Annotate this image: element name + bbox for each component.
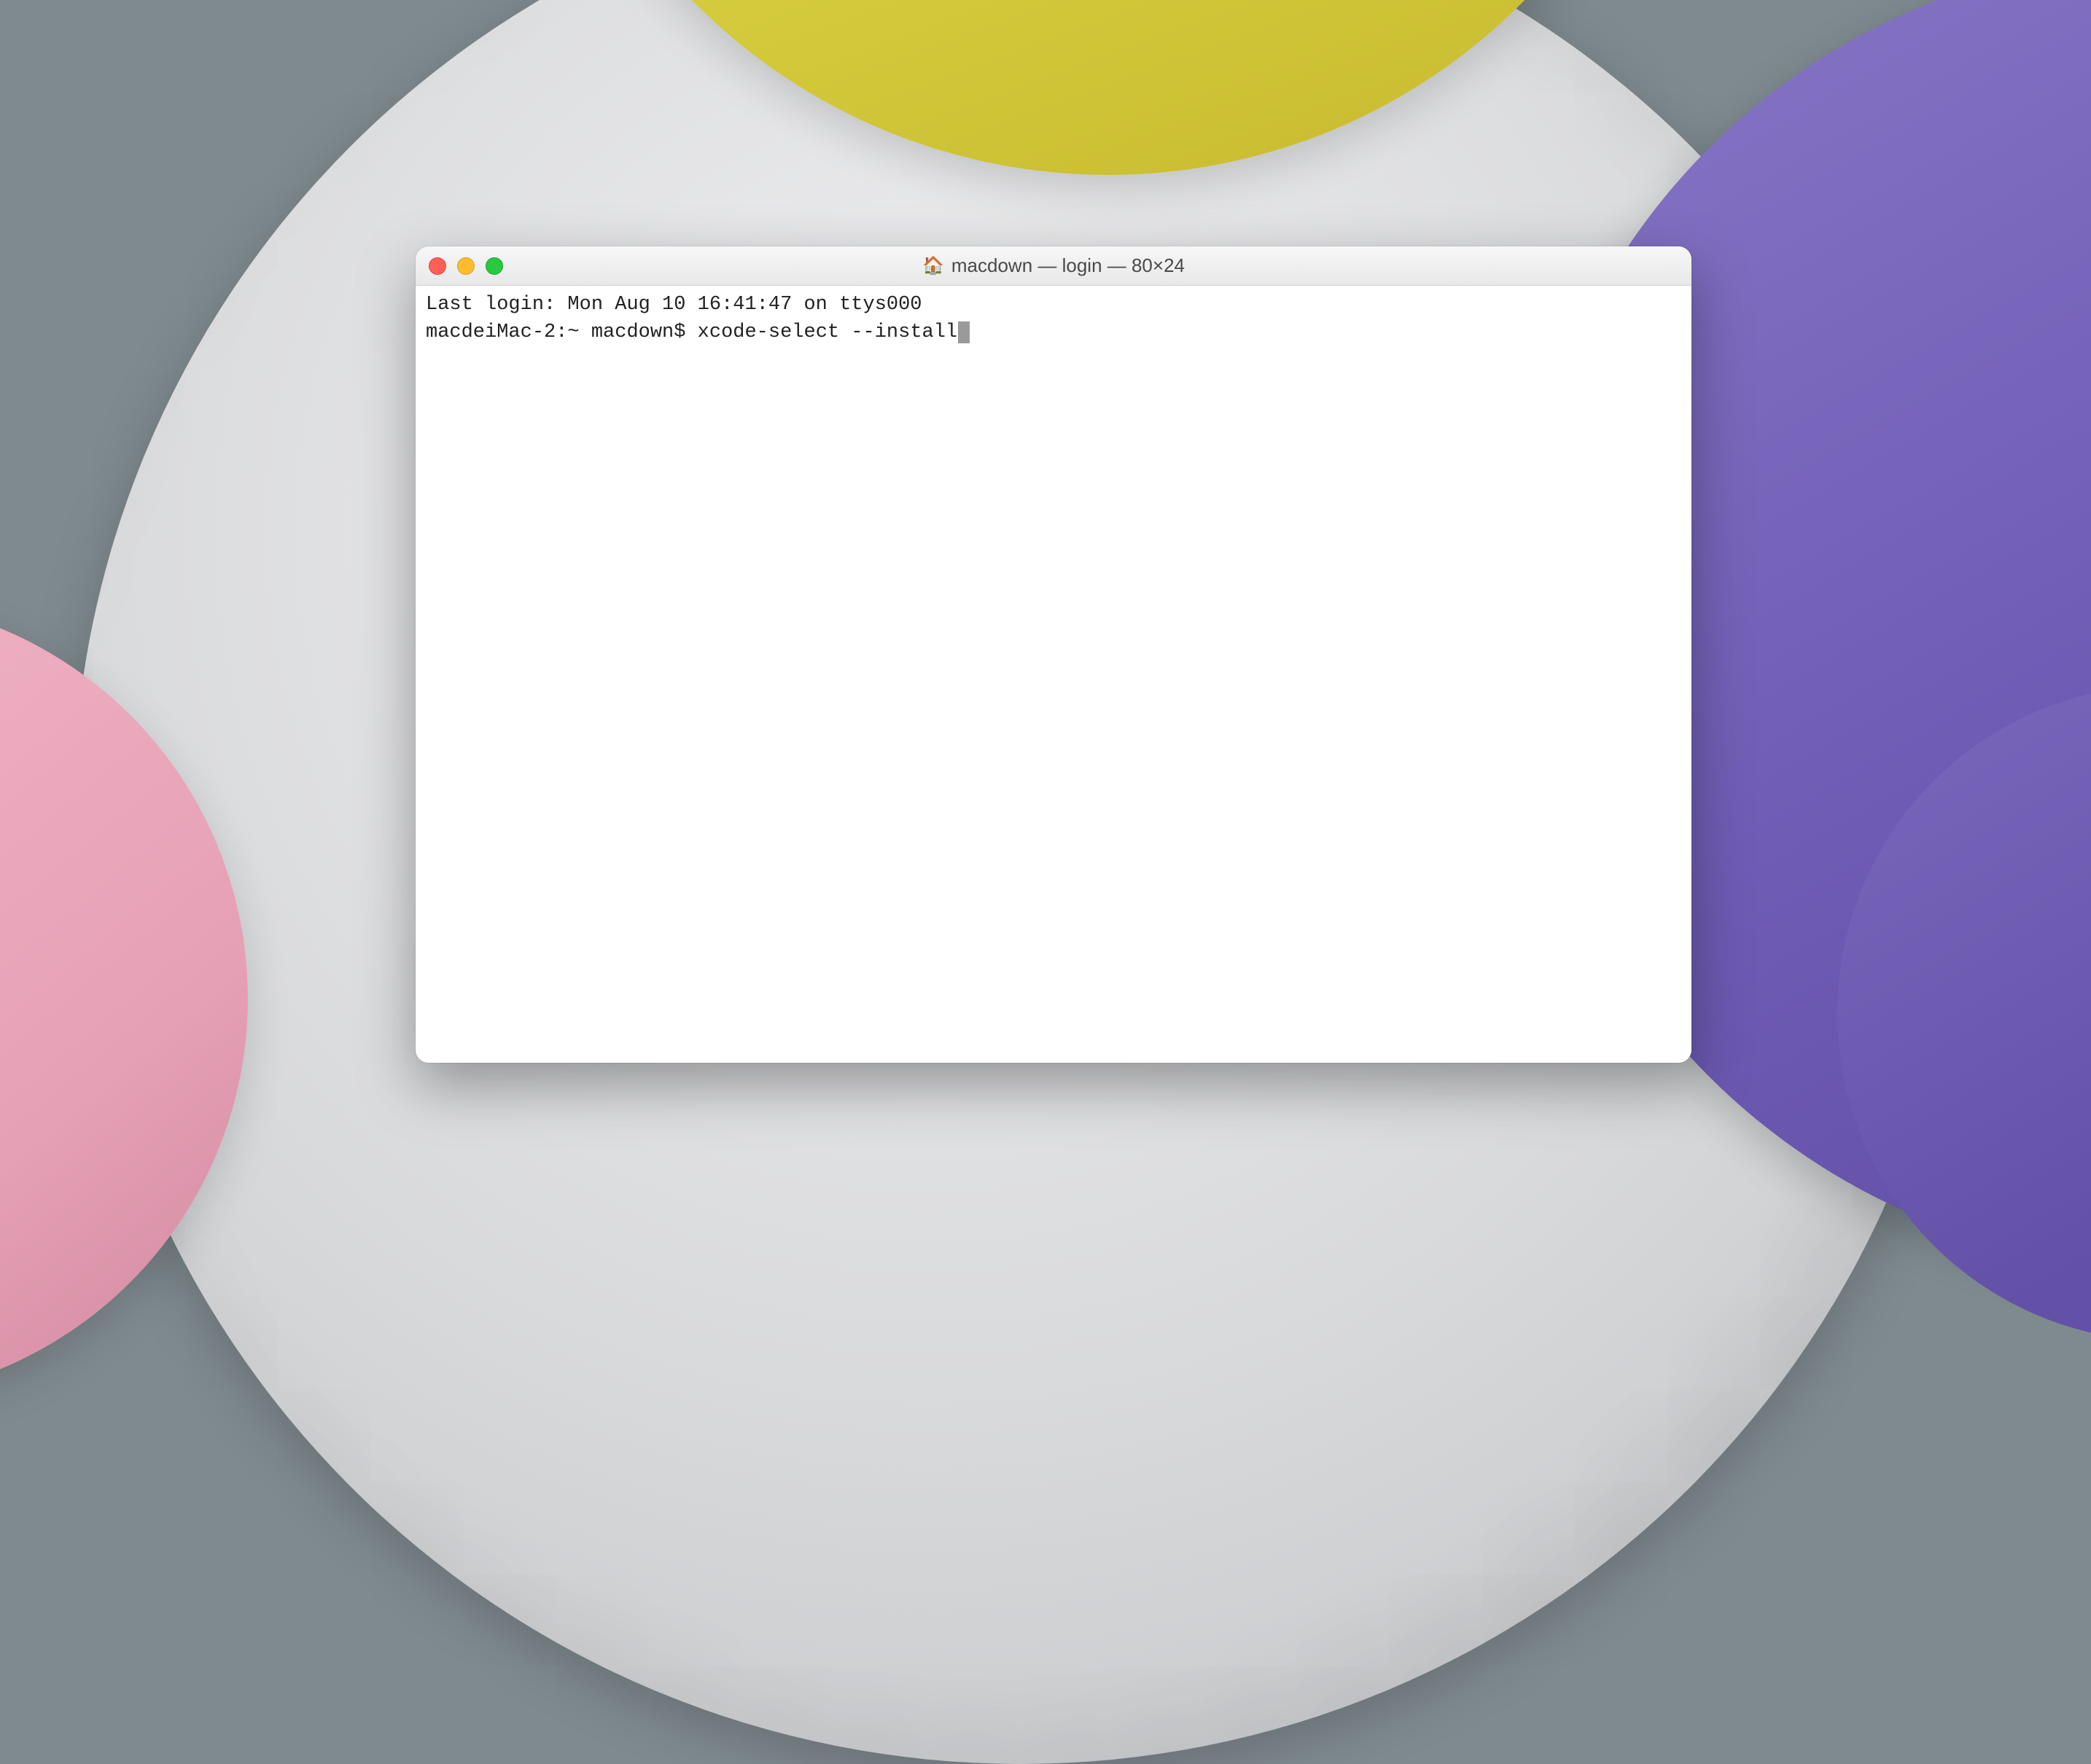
close-button[interactable] — [429, 257, 446, 275]
maximize-button[interactable] — [486, 257, 503, 275]
terminal-command[interactable]: xcode-select --install — [698, 321, 957, 343]
window-titlebar[interactable]: 🏠 macdown — login — 80×24 — [416, 246, 1691, 286]
window-controls — [429, 257, 503, 275]
terminal-prompt: macdeiMac-2:~ macdown$ — [426, 321, 698, 343]
terminal-last-login: Last login: Mon Aug 10 16:41:47 on ttys0… — [426, 292, 1681, 319]
terminal-cursor — [958, 321, 970, 343]
window-title: 🏠 macdown — login — 80×24 — [416, 254, 1691, 277]
home-icon: 🏠 — [922, 257, 944, 275]
window-title-text: macdown — login — 80×24 — [951, 254, 1185, 277]
terminal-window[interactable]: 🏠 macdown — login — 80×24 Last login: Mo… — [416, 246, 1691, 1063]
minimize-button[interactable] — [457, 257, 475, 275]
terminal-prompt-line: macdeiMac-2:~ macdown$ xcode-select --in… — [426, 319, 1681, 347]
terminal-content[interactable]: Last login: Mon Aug 10 16:41:47 on ttys0… — [416, 286, 1691, 1063]
